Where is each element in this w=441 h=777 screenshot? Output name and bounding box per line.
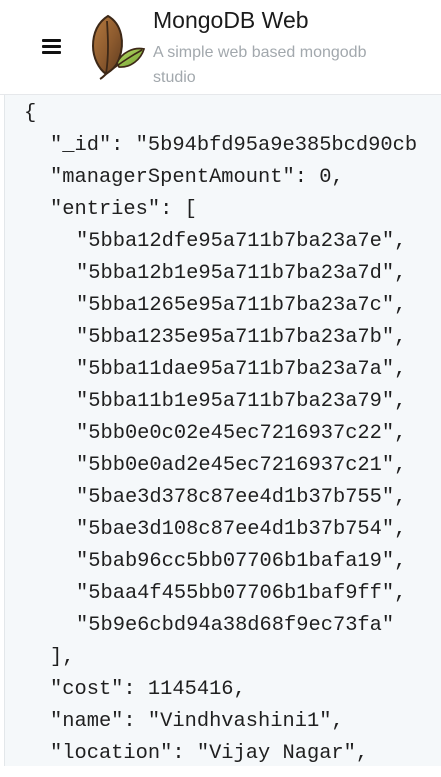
json-line: "5bb0e0c02e45ec7216937c22", [76, 422, 407, 445]
json-line: "5baa4f455bb07706b1baf9ff", [76, 582, 407, 605]
json-line: "5bba1265e95a711b7ba23a7c", [76, 294, 407, 317]
json-line: "entries": [ [50, 198, 197, 221]
json-line: "5bba12dfe95a711b7ba23a7e", [76, 230, 407, 253]
mongodb-leaf-logo [88, 12, 146, 80]
page-footer-strip [0, 766, 441, 777]
json-line: "5bab96cc5bb07706b1bafa19", [76, 550, 407, 573]
json-line: "5bae3d108c87ee4d1b37b754", [76, 518, 407, 541]
app-subtitle: A simple web based mongodb studio [153, 44, 367, 86]
json-line: "managerSpentAmount": 0, [50, 166, 344, 189]
hamburger-menu-icon[interactable] [38, 34, 66, 60]
app-title: MongoDB Web [153, 7, 309, 33]
json-line: "5bba11b1e95a711b7ba23a79", [76, 390, 407, 413]
json-line: "5bb0e0ad2e45ec7216937c21", [76, 454, 407, 477]
json-line: "5bae3d378c87ee4d1b37b755", [76, 486, 407, 509]
json-line: "5bba12b1e95a711b7ba23a7d", [76, 262, 407, 285]
json-line: "cost": 1145416, [50, 678, 246, 701]
json-line: "5bba11dae95a711b7ba23a7a", [76, 358, 407, 381]
json-line: "location": "Vijay Nagar", [50, 742, 369, 765]
json-line: { [24, 102, 37, 125]
json-line: "5b9e6cbd94a38d68f9ec73fa" [76, 614, 395, 637]
json-line: "_id": "5b94bfd95a9e385bcd90cb [50, 134, 418, 157]
json-line: ], [50, 646, 75, 669]
app-header: MongoDB Web A simple web based mongodb s… [0, 0, 441, 95]
json-line: "5bba1235e95a711b7ba23a7b", [76, 326, 407, 349]
json-line: "name": "Vindhvashini1", [50, 710, 344, 733]
document-viewer: { "_id": "5b94bfd95a9e385bcd90cb "managerS… [4, 95, 441, 766]
json-document-lines: { "_id": "5b94bfd95a9e385bcd90cb "managerS… [24, 98, 417, 766]
